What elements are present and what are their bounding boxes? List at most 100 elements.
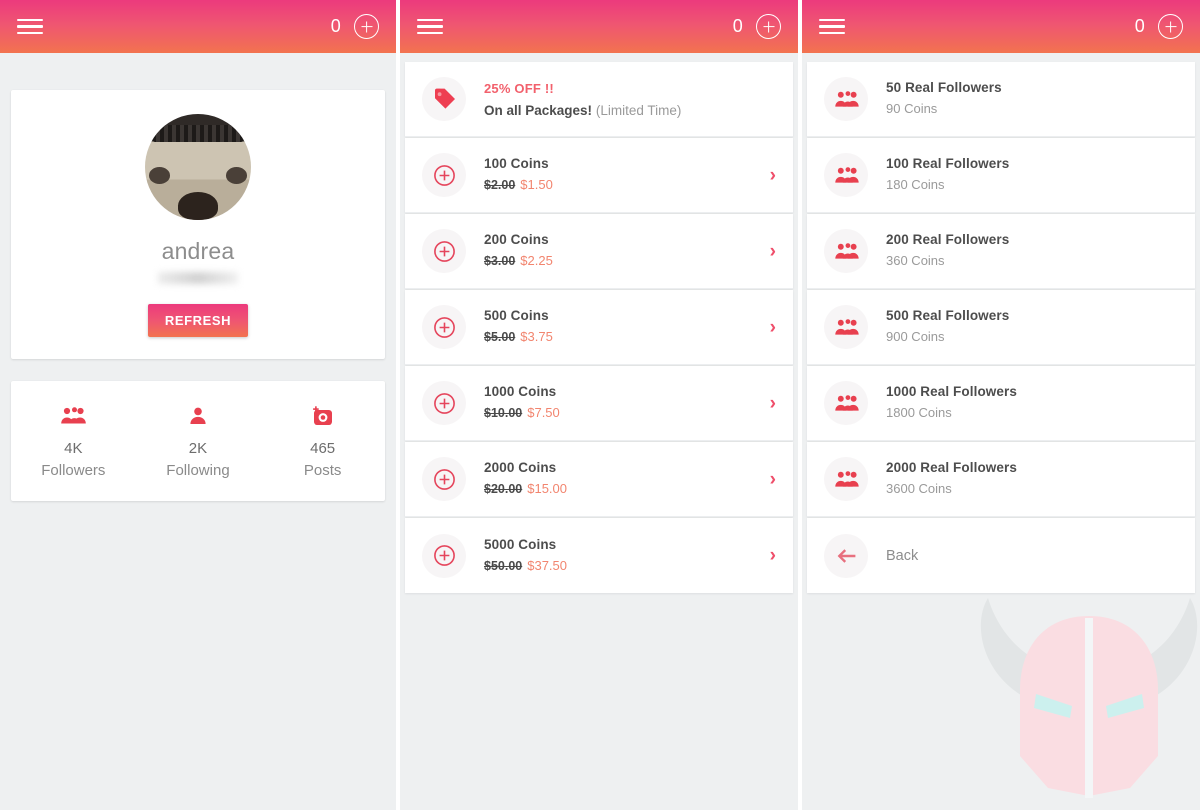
coin-package-row[interactable]: 2000 Coins $20.00 $15.00 › <box>405 442 793 517</box>
followers-group-icon <box>824 457 868 501</box>
chevron-right-icon[interactable]: › <box>770 166 776 185</box>
chevron-right-icon[interactable]: › <box>770 242 776 261</box>
stat-followers-value: 4K <box>64 440 83 457</box>
follower-package-title: 200 Real Followers <box>886 232 1010 248</box>
chevron-right-icon[interactable]: › <box>770 318 776 337</box>
coin-package-price: $50.00 $37.50 <box>484 556 760 576</box>
followers-group-icon <box>824 305 868 349</box>
price-new: $15.00 <box>527 481 567 497</box>
screen-follower-packages: 0 50 Real Followers 90 Coins 100 Real Fo… <box>802 0 1200 810</box>
chevron-right-icon[interactable]: › <box>770 546 776 565</box>
plus-circle-icon[interactable] <box>354 14 379 39</box>
coin-package-text: 1000 Coins $10.00 $7.50 <box>484 382 760 423</box>
followers-group-icon <box>12 403 135 429</box>
promo-banner[interactable]: 25% OFF !! On all Packages! (Limited Tim… <box>405 62 793 137</box>
follower-package-row[interactable]: 200 Real Followers 360 Coins <box>807 214 1195 289</box>
coin-package-title: 5000 Coins <box>484 536 557 552</box>
follower-package-row[interactable]: 500 Real Followers 900 Coins <box>807 290 1195 365</box>
chevron-right-icon[interactable]: › <box>770 394 776 413</box>
three-phone-screenshots: 0 andrea REFRESH 4K Followers 2K Followi… <box>0 0 1200 810</box>
price-new: $1.50 <box>520 177 553 193</box>
avatar-image-detail <box>225 167 247 184</box>
promo-text: 25% OFF !! On all Packages! (Limited Tim… <box>484 77 776 122</box>
follower-package-cost: 90 Coins <box>886 101 938 117</box>
follower-package-cost: 180 Coins <box>886 177 945 193</box>
promo-subline-bold: On all Packages! <box>484 102 593 118</box>
coin-package-text: 200 Coins $3.00 $2.25 <box>484 230 760 271</box>
refresh-button[interactable]: REFRESH <box>147 304 249 337</box>
follower-package-text: 50 Real Followers 90 Coins <box>886 78 1178 119</box>
follower-package-row[interactable]: 100 Real Followers 180 Coins <box>807 138 1195 213</box>
coin-package-title: 500 Coins <box>484 308 549 324</box>
follower-package-text: 500 Real Followers 900 Coins <box>886 306 1178 347</box>
follower-package-row[interactable]: 50 Real Followers 90 Coins <box>807 62 1195 137</box>
coin-package-row[interactable]: 5000 Coins $50.00 $37.50 › <box>405 518 793 593</box>
followers-group-icon <box>824 381 868 425</box>
coin-package-row[interactable]: 200 Coins $3.00 $2.25 › <box>405 214 793 289</box>
coin-package-row[interactable]: 500 Coins $5.00 $3.75 › <box>405 290 793 365</box>
coin-package-title: 200 Coins <box>484 232 549 248</box>
avatar-image-detail <box>149 167 171 184</box>
plus-circle-icon[interactable] <box>1158 14 1183 39</box>
stat-following[interactable]: 2K Following <box>136 403 259 481</box>
stat-posts-value: 465 <box>310 440 336 457</box>
screen-profile: 0 andrea REFRESH 4K Followers 2K Followi… <box>0 0 396 810</box>
follower-package-title: 2000 Real Followers <box>886 460 1017 476</box>
back-label: Back <box>886 547 919 564</box>
followers-group-icon <box>824 77 868 121</box>
price-old: $5.00 <box>484 330 516 345</box>
price-old: $3.00 <box>484 254 516 269</box>
coin-package-price: $2.00 $1.50 <box>484 175 760 195</box>
coin-package-text: 2000 Coins $20.00 $15.00 <box>484 458 760 499</box>
follower-package-text: 200 Real Followers 360 Coins <box>886 230 1178 271</box>
coin-package-list: 25% OFF !! On all Packages! (Limited Tim… <box>405 62 793 593</box>
stat-followers[interactable]: 4K Followers <box>12 403 135 481</box>
follower-package-row[interactable]: 1000 Real Followers 1800 Coins <box>807 366 1195 441</box>
follower-package-cost: 1800 Coins <box>886 405 952 421</box>
coin-package-text: 100 Coins $2.00 $1.50 <box>484 154 760 195</box>
coin-package-row[interactable]: 100 Coins $2.00 $1.50 › <box>405 138 793 213</box>
followers-group-icon <box>824 153 868 197</box>
follower-package-text: 1000 Real Followers 1800 Coins <box>886 382 1178 423</box>
coin-package-title: 100 Coins <box>484 156 549 172</box>
profile-stats-card: 4K Followers 2K Following 465 Posts <box>11 381 385 501</box>
stat-posts-label: Posts <box>303 461 342 479</box>
follower-package-row[interactable]: 2000 Real Followers 3600 Coins <box>807 442 1195 517</box>
hamburger-menu-icon[interactable] <box>417 17 443 37</box>
promo-headline: 25% OFF !! <box>484 80 554 96</box>
plus-circle-icon[interactable] <box>756 14 781 39</box>
follower-package-title: 50 Real Followers <box>886 80 1002 96</box>
chevron-right-icon[interactable]: › <box>770 470 776 489</box>
follower-package-cost: 3600 Coins <box>886 481 952 497</box>
price-old: $20.00 <box>484 482 523 497</box>
plus-circle-icon <box>422 381 466 425</box>
price-tag-icon <box>422 77 466 121</box>
follower-package-title: 100 Real Followers <box>886 156 1010 172</box>
coin-package-price: $20.00 $15.00 <box>484 479 760 499</box>
arrow-left-icon <box>824 533 868 578</box>
price-old: $50.00 <box>484 558 523 573</box>
promo-subline: On all Packages! (Limited Time) <box>484 100 776 122</box>
follower-package-title: 1000 Real Followers <box>886 384 1017 400</box>
hamburger-menu-icon[interactable] <box>17 17 43 37</box>
followers-group-icon <box>824 229 868 273</box>
stat-posts[interactable]: 465 Posts <box>261 403 384 481</box>
coin-package-title: 1000 Coins <box>484 384 557 400</box>
back-text: Back <box>886 548 1178 564</box>
promo-subline-muted: (Limited Time) <box>595 102 682 118</box>
plus-circle-icon <box>422 153 466 197</box>
posts-camera-icon <box>261 403 384 429</box>
plus-circle-icon <box>422 457 466 501</box>
stat-following-value: 2K <box>188 440 208 457</box>
plus-circle-icon <box>422 533 466 578</box>
follower-package-cost: 360 Coins <box>886 253 945 269</box>
profile-card: andrea REFRESH <box>11 90 385 359</box>
avatar[interactable] <box>145 114 251 220</box>
follower-package-list: 50 Real Followers 90 Coins 100 Real Foll… <box>807 62 1195 593</box>
back-row[interactable]: Back <box>807 518 1195 593</box>
hamburger-menu-icon[interactable] <box>819 17 845 37</box>
following-person-icon <box>136 403 259 429</box>
follower-package-cost: 900 Coins <box>886 329 945 345</box>
follower-package-text: 100 Real Followers 180 Coins <box>886 154 1178 195</box>
coin-package-row[interactable]: 1000 Coins $10.00 $7.50 › <box>405 366 793 441</box>
